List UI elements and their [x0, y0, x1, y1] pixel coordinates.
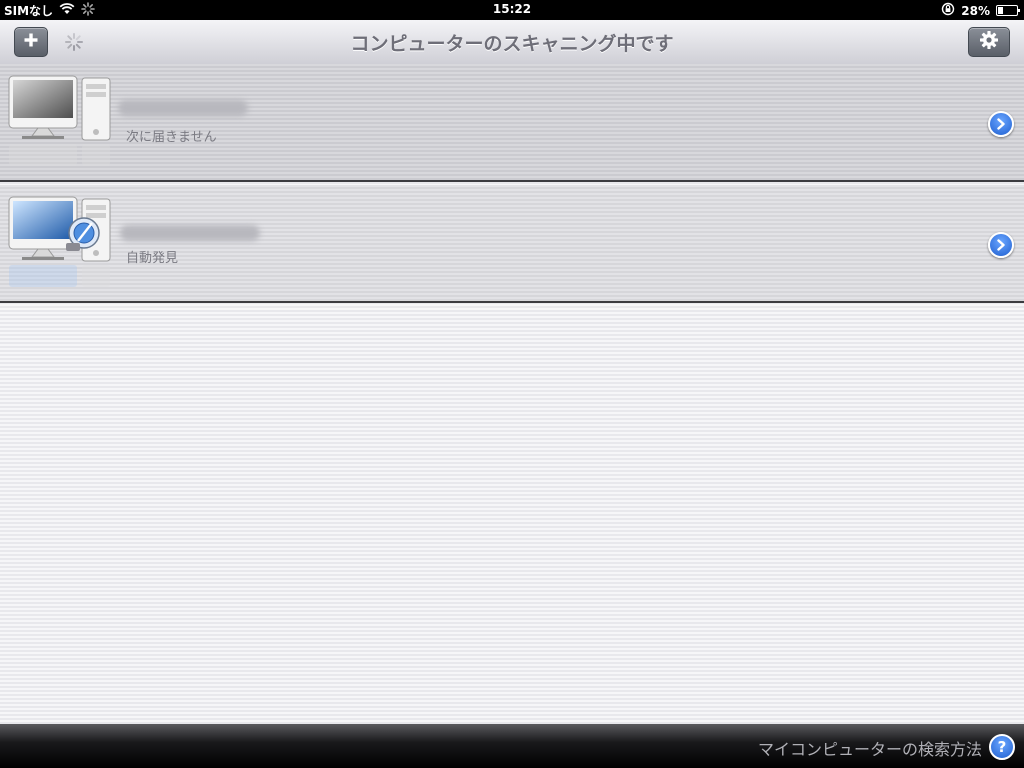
disclosure-button[interactable]: [988, 111, 1014, 137]
computer-row[interactable]: 自動発見: [0, 185, 1024, 303]
help-link[interactable]: マイコンピューターの検索方法: [758, 736, 982, 760]
computer-status: 次に届きません: [126, 130, 217, 145]
question-icon: ?: [997, 738, 1007, 756]
top-toolbar: コンピューターのスキャニング中です: [0, 20, 1024, 65]
computer-discovered-icon: [8, 195, 112, 291]
computer-name-redacted: [120, 225, 260, 241]
computer-status: 自動発見: [126, 251, 179, 266]
settings-button[interactable]: [968, 27, 1010, 57]
rotation-lock-icon: [941, 2, 955, 19]
battery-percent: 28%: [961, 3, 990, 18]
chevron-right-icon: [996, 115, 1006, 134]
status-time: 15:22: [492, 2, 532, 16]
computer-row[interactable]: 次に届きません: [0, 64, 1024, 182]
status-bar: SIMなし 15:22 28%: [0, 0, 1024, 20]
gear-icon: [979, 30, 999, 54]
status-right: 28%: [941, 2, 1020, 19]
page-title: コンピューターのスキャニング中です: [350, 33, 674, 55]
computer-name-redacted: [118, 100, 248, 116]
disclosure-button[interactable]: [988, 232, 1014, 258]
bottom-bar: マイコンピューターの検索方法 ?: [0, 724, 1024, 768]
help-button[interactable]: ?: [989, 734, 1015, 760]
chevron-right-icon: [996, 236, 1006, 255]
computer-offline-icon: [8, 74, 112, 170]
battery-icon: [996, 5, 1020, 16]
